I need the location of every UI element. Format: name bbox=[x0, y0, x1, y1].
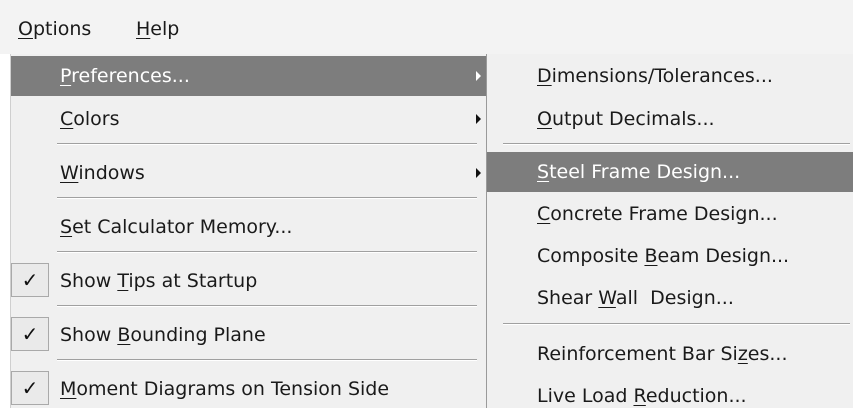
menu-bar: Options Help bbox=[0, 0, 853, 54]
accesskey: S bbox=[60, 216, 73, 238]
label-pre: Composite bbox=[537, 245, 645, 267]
menubar-help-label: elp bbox=[150, 18, 180, 40]
accesskey: B bbox=[644, 245, 658, 267]
label-post: et Calculator Memory... bbox=[72, 216, 293, 238]
accesskey: C bbox=[537, 203, 551, 225]
accesskey: M bbox=[60, 378, 77, 400]
menu-separator bbox=[57, 251, 477, 253]
submenu-item-steel-frame-design[interactable]: Steel Frame Design... bbox=[487, 152, 853, 192]
menubar-options[interactable]: Options bbox=[12, 14, 97, 44]
menu-item-windows-label: Windows bbox=[60, 153, 145, 193]
menu-item-show-bounding-plane[interactable]: ✓ Show Bounding Plane bbox=[11, 315, 487, 355]
accesskey: S bbox=[537, 161, 550, 183]
label-pre: Live Load bbox=[537, 385, 634, 407]
menu-item-preferences-label: Preferences... bbox=[60, 56, 190, 96]
menu-item-show-tips-label: Show Tips at Startup bbox=[60, 261, 257, 301]
options-menu: Preferences... Colors Windows Set Calcul… bbox=[10, 54, 487, 408]
label-post: imensions/Tolerances... bbox=[551, 65, 773, 87]
label-post: oment Diagrams on Tension Side bbox=[76, 378, 390, 400]
submenu-item-output-decimals-label: Output Decimals... bbox=[537, 99, 715, 139]
label-post: ips at Startup bbox=[128, 270, 258, 292]
label-post: eam Design... bbox=[657, 245, 790, 267]
accesskey: T bbox=[117, 270, 129, 292]
checkmark-icon: ✓ bbox=[11, 263, 49, 297]
accesskey: B bbox=[117, 324, 131, 346]
menu-item-set-calculator-memory[interactable]: Set Calculator Memory... bbox=[11, 207, 487, 247]
menu-separator bbox=[57, 197, 477, 199]
label-post: references... bbox=[71, 65, 190, 87]
label-post: all Design... bbox=[615, 287, 734, 309]
menu-item-show-bounding-plane-label: Show Bounding Plane bbox=[60, 315, 266, 355]
menubar-help[interactable]: Help bbox=[130, 14, 185, 44]
label-post: eduction... bbox=[645, 385, 747, 407]
menu-item-moment-diagrams-label: Moment Diagrams on Tension Side bbox=[60, 369, 389, 409]
label-pre: Show bbox=[60, 270, 118, 292]
submenu-arrow-icon bbox=[476, 114, 481, 124]
menu-item-preferences[interactable]: Preferences... bbox=[11, 56, 487, 96]
label-post: indows bbox=[78, 162, 145, 184]
submenu-item-reinforcement-bar-sizes[interactable]: Reinforcement Bar Sizes... bbox=[487, 334, 853, 374]
submenu-item-concrete-frame-label: Concrete Frame Design... bbox=[537, 194, 778, 234]
menubar-options-accesskey: O bbox=[18, 18, 33, 40]
label-pre: Reinforcement Bar Si bbox=[537, 343, 738, 365]
submenu-arrow-icon bbox=[476, 71, 481, 81]
label-pre: Shear bbox=[537, 287, 599, 309]
menubar-options-label: ptions bbox=[32, 18, 92, 40]
accesskey: D bbox=[537, 65, 552, 87]
menu-item-set-calculator-memory-label: Set Calculator Memory... bbox=[60, 207, 292, 247]
submenu-separator bbox=[503, 323, 850, 325]
menu-item-windows[interactable]: Windows bbox=[11, 153, 487, 193]
menu-item-moment-diagrams[interactable]: ✓ Moment Diagrams on Tension Side bbox=[11, 369, 487, 409]
submenu-item-dimensions-tolerances[interactable]: Dimensions/Tolerances... bbox=[487, 56, 853, 96]
preferences-submenu: Dimensions/Tolerances... Output Decimals… bbox=[486, 54, 853, 408]
accesskey: z bbox=[737, 343, 748, 365]
submenu-item-live-load-reduction[interactable]: Live Load Reduction... bbox=[487, 376, 853, 416]
submenu-item-composite-beam-design[interactable]: Composite Beam Design... bbox=[487, 236, 853, 276]
label-post: olors bbox=[73, 108, 120, 130]
menu-item-colors[interactable]: Colors bbox=[11, 99, 487, 139]
submenu-item-reinforcement-bar-label: Reinforcement Bar Sizes... bbox=[537, 334, 788, 374]
submenu-item-shear-wall-label: Shear Wall Design... bbox=[537, 278, 734, 318]
submenu-item-live-load-label: Live Load Reduction... bbox=[537, 376, 747, 416]
label-pre: Show bbox=[60, 324, 118, 346]
submenu-item-composite-beam-label: Composite Beam Design... bbox=[537, 236, 789, 276]
checkmark-icon: ✓ bbox=[11, 371, 49, 405]
label-post: teel Frame Design... bbox=[549, 161, 741, 183]
accesskey: C bbox=[60, 108, 74, 130]
menu-separator bbox=[57, 305, 477, 307]
label-post: utput Decimals... bbox=[551, 108, 715, 130]
submenu-item-concrete-frame-design[interactable]: Concrete Frame Design... bbox=[487, 194, 853, 234]
submenu-separator bbox=[503, 143, 850, 145]
menu-item-colors-label: Colors bbox=[60, 99, 120, 139]
submenu-item-output-decimals[interactable]: Output Decimals... bbox=[487, 99, 853, 139]
accesskey: P bbox=[60, 65, 72, 87]
accesskey: R bbox=[633, 385, 646, 407]
submenu-item-steel-frame-label: Steel Frame Design... bbox=[537, 152, 740, 192]
accesskey: O bbox=[537, 108, 552, 130]
label-post: oncrete Frame Design... bbox=[550, 203, 778, 225]
menubar-help-accesskey: H bbox=[136, 18, 151, 40]
submenu-item-dimensions-label: Dimensions/Tolerances... bbox=[537, 56, 773, 96]
accesskey: W bbox=[598, 287, 616, 309]
menu-separator bbox=[57, 143, 477, 145]
label-post: ounding Plane bbox=[130, 324, 266, 346]
submenu-item-shear-wall-design[interactable]: Shear Wall Design... bbox=[487, 278, 853, 318]
menu-item-show-tips[interactable]: ✓ Show Tips at Startup bbox=[11, 261, 487, 301]
menu-separator bbox=[57, 359, 477, 361]
checkmark-icon: ✓ bbox=[11, 317, 49, 351]
submenu-arrow-icon bbox=[476, 168, 481, 178]
label-post: es... bbox=[747, 343, 788, 365]
accesskey: W bbox=[60, 162, 79, 184]
